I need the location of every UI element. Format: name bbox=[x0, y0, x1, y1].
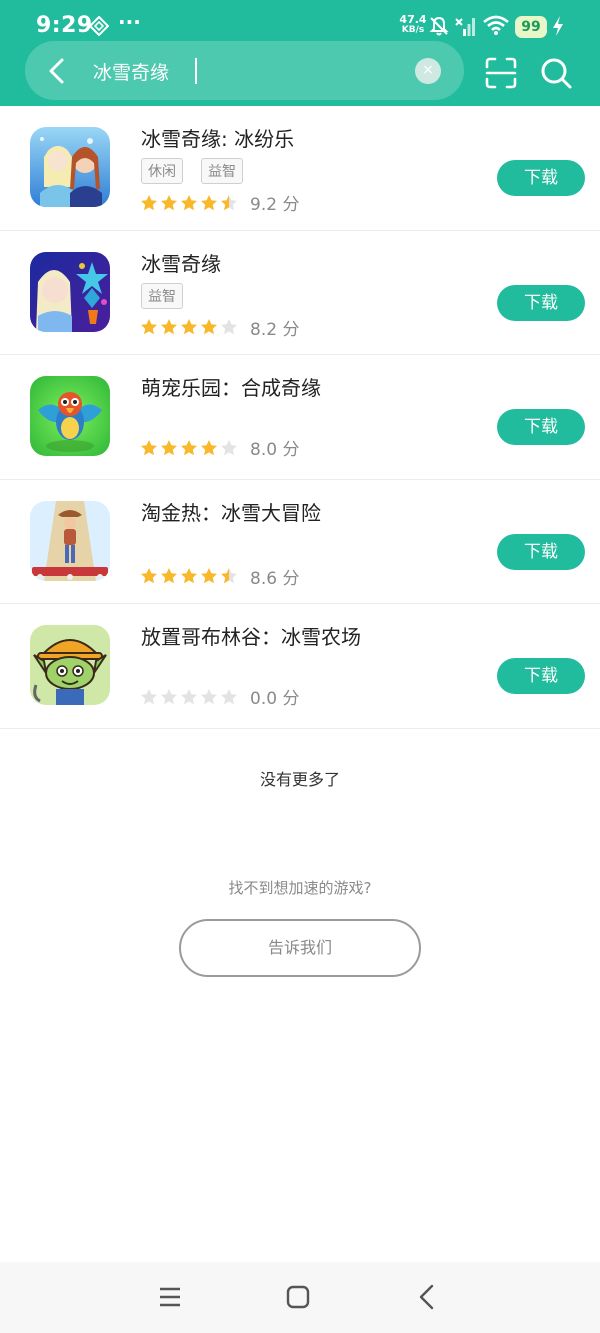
status-more-icon: ··· bbox=[118, 10, 141, 34]
app-score: 0.0 分 bbox=[250, 689, 300, 709]
app-tag: 益智 bbox=[141, 282, 183, 309]
star-icon bbox=[161, 194, 177, 210]
star-rating bbox=[140, 439, 238, 457]
star-icon bbox=[181, 439, 197, 455]
app-title: 萌宠乐园：合成奇缘 bbox=[141, 376, 321, 400]
search-icon[interactable] bbox=[539, 56, 573, 90]
signal-icon bbox=[455, 18, 475, 36]
app-tags: 休闲 益智 bbox=[141, 158, 243, 184]
wifi-icon bbox=[483, 15, 509, 35]
app-rating: 9.2 分 bbox=[140, 190, 299, 215]
app-icon bbox=[30, 127, 110, 207]
app-title: 放置哥布林谷：冰雪农场 bbox=[141, 625, 361, 649]
charging-icon bbox=[553, 16, 563, 36]
app-icon bbox=[30, 251, 110, 332]
status-time: 9:29 bbox=[36, 13, 93, 38]
not-found-hint: 找不到想加速的游戏? bbox=[228, 879, 372, 897]
chevron-left-icon bbox=[49, 58, 64, 84]
download-button[interactable]: 下载 bbox=[497, 409, 585, 445]
star-icon bbox=[221, 319, 237, 335]
star-rating bbox=[140, 567, 238, 585]
app-rating: 8.2 分 bbox=[140, 315, 299, 340]
star-icon bbox=[221, 194, 237, 210]
star-icon bbox=[181, 688, 197, 704]
star-icon bbox=[141, 194, 157, 210]
star-rating bbox=[140, 194, 238, 212]
star-rating bbox=[140, 688, 238, 706]
star-icon bbox=[221, 439, 237, 455]
star-icon bbox=[141, 439, 157, 455]
star-icon bbox=[201, 688, 217, 704]
app-title: 冰雪奇缘: 冰纷乐 bbox=[141, 127, 295, 151]
result-item[interactable]: 淘金热：冰雪大冒险 8.6 分 下载 bbox=[0, 480, 600, 604]
search-results-list: 冰雪奇缘: 冰纷乐 休闲 益智 9.2 分 下载 冰雪奇缘 益智 8.2 分 下… bbox=[0, 106, 600, 729]
scan-icon[interactable] bbox=[484, 56, 518, 90]
text-caret bbox=[195, 58, 197, 84]
app-icon bbox=[30, 500, 110, 581]
download-button[interactable]: 下载 bbox=[497, 658, 585, 694]
app-rating: 8.0 分 bbox=[140, 435, 299, 460]
result-item[interactable]: 冰雪奇缘: 冰纷乐 休闲 益智 9.2 分 下载 bbox=[0, 106, 600, 231]
net-speed-unit: KB/s bbox=[401, 25, 425, 35]
mute-icon bbox=[429, 16, 449, 36]
star-icon bbox=[141, 319, 157, 335]
star-icon bbox=[201, 568, 217, 584]
star-icon bbox=[201, 194, 217, 210]
app-score: 8.6 分 bbox=[250, 568, 300, 589]
download-button[interactable]: 下载 bbox=[497, 284, 585, 321]
star-icon bbox=[141, 688, 157, 704]
star-icon bbox=[161, 568, 177, 584]
download-button[interactable]: 下载 bbox=[497, 533, 585, 570]
app-rating: 8.6 分 bbox=[140, 564, 299, 589]
result-item[interactable]: 放置哥布林谷：冰雪农场 0.0 分 下载 bbox=[0, 604, 600, 729]
app-score: 8.0 分 bbox=[250, 440, 300, 460]
search-bar: × bbox=[25, 41, 464, 100]
download-button[interactable]: 下载 bbox=[497, 160, 585, 196]
star-icon bbox=[161, 439, 177, 455]
system-nav-bar bbox=[0, 1262, 600, 1333]
menu-icon[interactable] bbox=[158, 1285, 182, 1309]
star-icon bbox=[181, 568, 197, 584]
back-button[interactable] bbox=[41, 55, 73, 87]
home-icon[interactable] bbox=[286, 1285, 310, 1309]
no-more-text: 没有更多了 bbox=[259, 770, 340, 789]
app-title: 冰雪奇缘 bbox=[141, 251, 221, 276]
search-input[interactable] bbox=[93, 53, 403, 89]
result-item[interactable]: 萌宠乐园：合成奇缘 8.0 分 下载 bbox=[0, 355, 600, 480]
app-title: 淘金热：冰雪大冒险 bbox=[141, 500, 321, 525]
star-icon bbox=[181, 319, 197, 335]
app-score: 9.2 分 bbox=[250, 195, 300, 215]
star-icon bbox=[201, 319, 217, 335]
back-icon[interactable] bbox=[415, 1284, 439, 1310]
star-icon bbox=[141, 568, 157, 584]
star-rating bbox=[140, 318, 238, 336]
star-icon bbox=[181, 194, 197, 210]
net-speed: 47.4 KB/s bbox=[397, 14, 429, 36]
star-icon bbox=[221, 568, 237, 584]
app-icon bbox=[30, 625, 110, 705]
battery-indicator: 99 bbox=[515, 16, 547, 38]
app-score: 8.2 分 bbox=[250, 319, 300, 340]
app-tags: 益智 bbox=[141, 282, 183, 309]
header: 9:29 ··· 47.4 KB/s 99 冰雪奇缘 × bbox=[0, 0, 600, 106]
app-icon bbox=[30, 376, 110, 456]
diamond-app-icon bbox=[89, 16, 109, 36]
app-tag: 益智 bbox=[201, 158, 243, 184]
net-speed-value: 47.4 bbox=[399, 13, 427, 26]
star-icon bbox=[221, 688, 237, 704]
result-item[interactable]: 冰雪奇缘 益智 8.2 分 下载 bbox=[0, 231, 600, 355]
star-icon bbox=[161, 688, 177, 704]
app-tag: 休闲 bbox=[141, 158, 183, 184]
tell-us-button[interactable]: 告诉我们 bbox=[179, 919, 421, 977]
app-rating: 0.0 分 bbox=[140, 684, 299, 709]
clear-search-button[interactable]: × bbox=[415, 58, 441, 84]
star-icon bbox=[201, 439, 217, 455]
star-icon bbox=[161, 319, 177, 335]
